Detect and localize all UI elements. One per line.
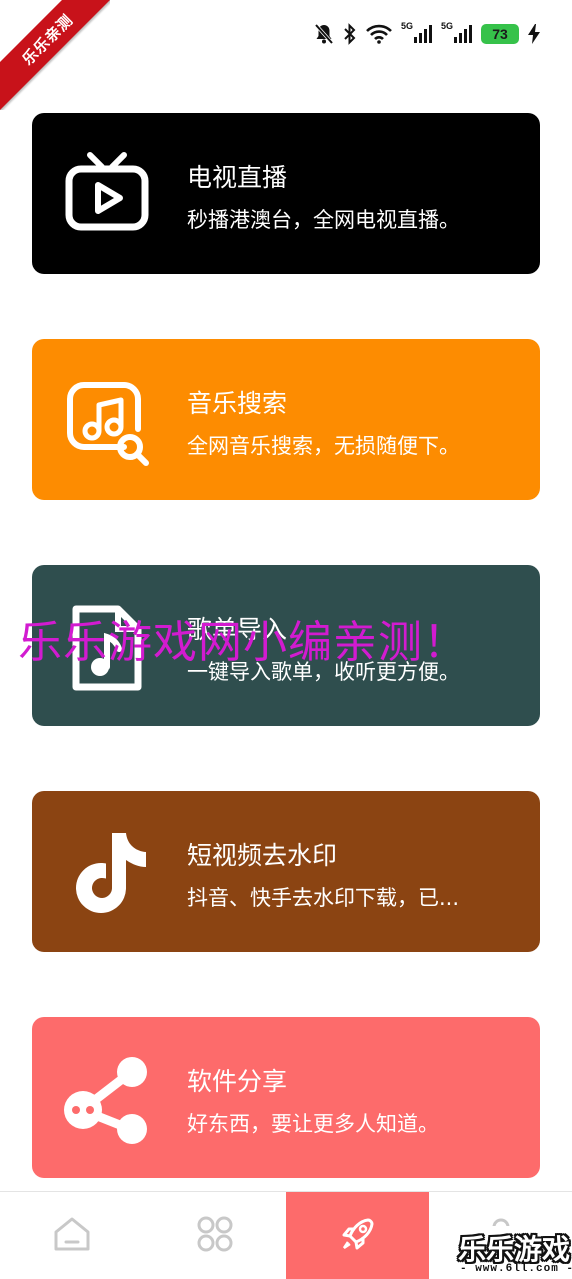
rocket-icon xyxy=(338,1214,378,1258)
nav-rocket[interactable] xyxy=(286,1192,429,1279)
signal-icon-2 xyxy=(454,25,472,43)
nav-apps[interactable] xyxy=(143,1192,286,1279)
status-bar: 14 5G 5G 73 xyxy=(0,0,572,70)
card-app-share[interactable]: 软件分享 好东西，要让更多人知道。 xyxy=(32,1017,540,1178)
card-subtitle: 秒播港澳台，全网电视直播。 xyxy=(187,208,460,232)
card-playlist-import[interactable]: 歌单导入 一键导入歌单，收听更方便。 xyxy=(32,565,540,726)
card-title: 短视频去水印 xyxy=(187,841,338,870)
music-file-icon xyxy=(62,603,152,693)
card-title: 软件分享 xyxy=(187,1067,288,1096)
network-label-1: 5G xyxy=(400,21,413,31)
card-subtitle: 好东西，要让更多人知道。 xyxy=(187,1112,439,1136)
brand-badge: 乐乐游戏 - www.6ll.com - xyxy=(452,1226,572,1279)
card-title: 歌单导入 xyxy=(187,615,288,644)
card-tv-live[interactable]: 电视直播 秒播港澳台，全网电视直播。 xyxy=(32,113,540,274)
card-title: 音乐搜索 xyxy=(187,389,288,418)
home-icon xyxy=(52,1214,92,1258)
signal-icon-1 xyxy=(413,25,432,43)
card-remove-watermark[interactable]: 短视频去水印 抖音、快手去水印下载，已... xyxy=(32,791,540,952)
status-icons: 5G 5G 73 xyxy=(314,22,540,46)
charging-icon xyxy=(528,24,540,44)
brand-url: - www.6ll.com - xyxy=(460,1263,572,1275)
card-subtitle: 抖音、快手去水印下载，已... xyxy=(187,886,460,910)
music-search-icon xyxy=(62,377,152,467)
bell-muted-icon xyxy=(314,23,334,45)
apps-icon xyxy=(195,1214,235,1258)
card-title: 电视直播 xyxy=(187,163,288,192)
share-icon xyxy=(62,1055,152,1145)
status-time: 14 xyxy=(46,22,69,44)
battery-indicator: 73 xyxy=(481,24,519,44)
card-music-search[interactable]: 音乐搜索 全网音乐搜索，无损随便下。 xyxy=(32,339,540,500)
tv-play-icon xyxy=(62,151,152,241)
wifi-icon xyxy=(366,24,392,44)
card-subtitle: 一键导入歌单，收听更方便。 xyxy=(187,660,460,684)
nav-home[interactable] xyxy=(0,1192,143,1279)
bluetooth-icon xyxy=(343,23,357,45)
brand-name: 乐乐游戏 xyxy=(458,1233,571,1266)
network-label-2: 5G xyxy=(440,21,453,31)
card-subtitle: 全网音乐搜索，无损随便下。 xyxy=(187,434,460,458)
tiktok-icon xyxy=(62,829,152,919)
